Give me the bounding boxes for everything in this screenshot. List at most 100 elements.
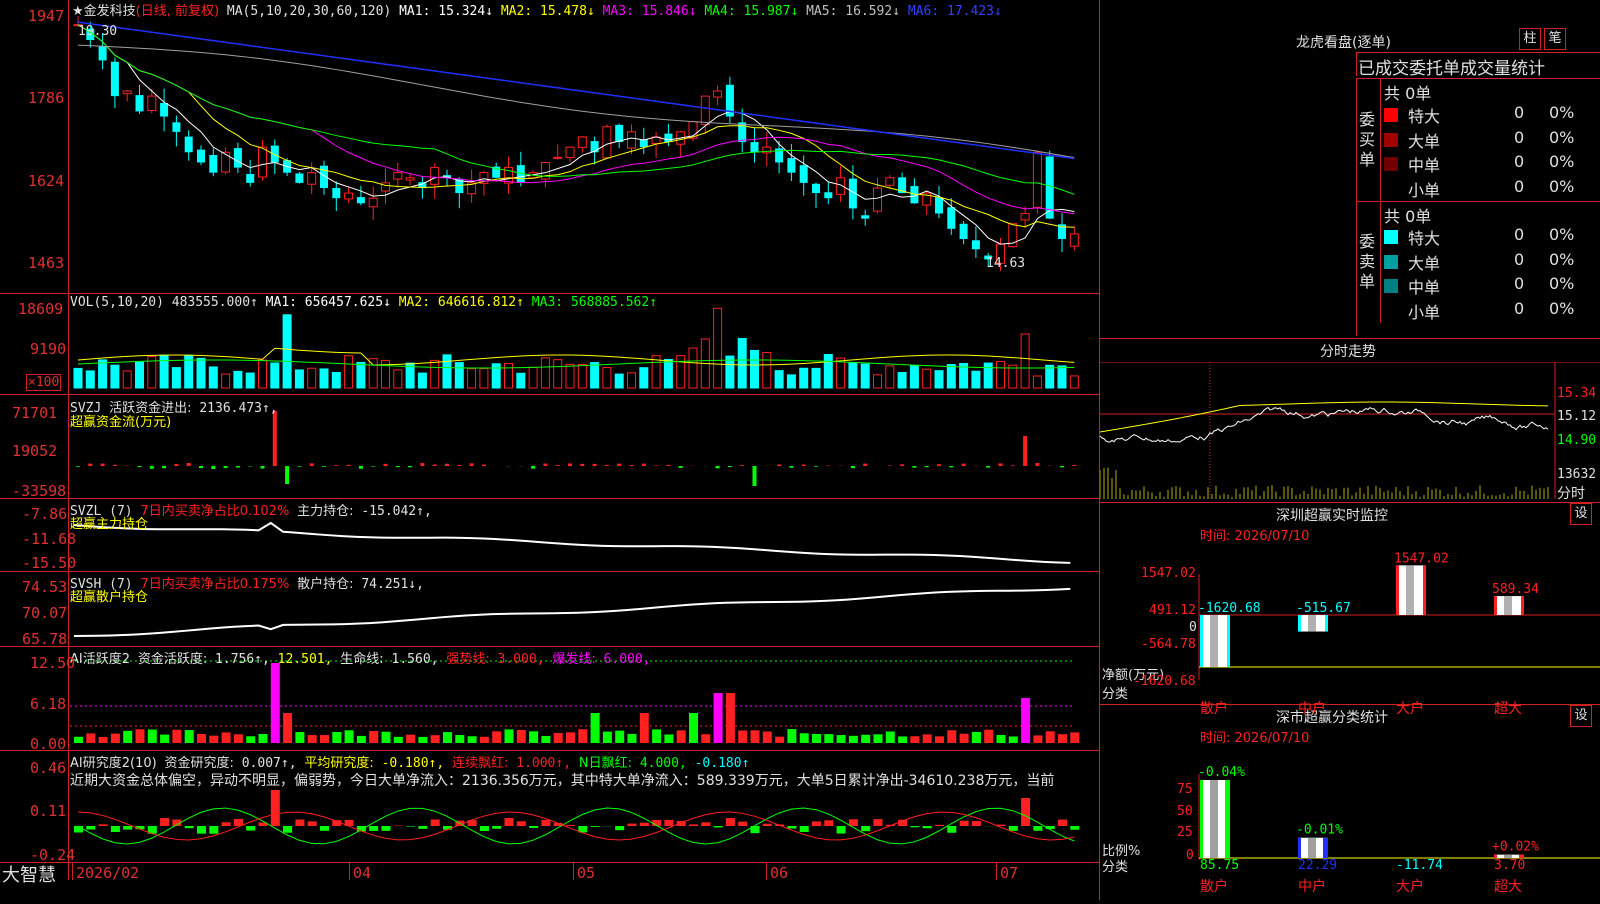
candle[interactable] <box>222 147 230 174</box>
candle[interactable] <box>566 146 574 161</box>
candle[interactable] <box>517 152 525 187</box>
candle[interactable] <box>148 89 156 114</box>
volume-bar <box>259 360 267 388</box>
candle[interactable] <box>615 124 623 149</box>
candle[interactable] <box>1033 151 1041 214</box>
candle[interactable] <box>382 169 390 205</box>
candle[interactable] <box>468 170 476 203</box>
stat-settings-button[interactable]: 设 <box>1570 705 1592 727</box>
volume-bar <box>86 371 94 388</box>
stat-bottom-value: -11.74 <box>1396 858 1443 873</box>
candle[interactable] <box>972 227 980 258</box>
research-bar <box>714 826 723 827</box>
candle[interactable] <box>394 163 402 188</box>
candle[interactable] <box>357 186 365 206</box>
chart-mode[interactable]: (日线, 前复权) <box>136 4 219 19</box>
candle[interactable] <box>185 130 193 160</box>
candle[interactable] <box>640 128 648 154</box>
candle[interactable] <box>111 57 119 108</box>
fund-flow-bar <box>925 466 929 467</box>
candle[interactable] <box>505 157 513 194</box>
activity-bar <box>246 736 255 743</box>
volume-bar <box>357 362 365 388</box>
candle[interactable] <box>1070 226 1078 251</box>
intraday-chart[interactable] <box>1100 362 1600 502</box>
monitor-settings-button[interactable]: 设 <box>1570 503 1592 525</box>
monitor-tick: 0 <box>1189 620 1197 635</box>
candle[interactable] <box>455 177 463 208</box>
research-bar <box>960 821 969 826</box>
candle[interactable] <box>677 131 685 158</box>
sell-row: 大单00% <box>1384 250 1599 274</box>
candle[interactable] <box>714 85 722 105</box>
candle[interactable] <box>345 186 353 203</box>
vol-ma-value-3: MA3: 568885.562↑ <box>524 295 657 310</box>
svzl-desc: 7日内买卖净占比0.102% <box>140 504 289 519</box>
candle[interactable] <box>259 140 267 181</box>
fund-flow-bar <box>334 465 338 466</box>
candle[interactable] <box>874 178 882 214</box>
candle[interactable] <box>209 148 217 176</box>
activity-bar <box>136 729 145 743</box>
candle[interactable] <box>960 221 968 244</box>
fund-flow-bar <box>396 466 400 467</box>
candle[interactable] <box>369 186 377 219</box>
svg-text:-0.04%: -0.04% <box>1198 765 1245 780</box>
candle[interactable] <box>271 139 279 174</box>
stock-name[interactable]: ★金发科技 <box>72 4 136 19</box>
candle[interactable] <box>246 160 254 187</box>
candle[interactable] <box>935 186 943 218</box>
volume-bar <box>517 373 525 388</box>
candle[interactable] <box>812 183 820 208</box>
candle[interactable] <box>775 141 783 173</box>
candle[interactable] <box>492 163 500 179</box>
monitor-bar: -515.67 <box>1296 601 1351 632</box>
date-label: 06 <box>770 864 788 882</box>
vol-ma-line <box>78 348 1074 365</box>
activity-bar <box>197 734 206 743</box>
candle[interactable] <box>172 116 180 147</box>
candle[interactable] <box>295 172 303 184</box>
candle[interactable] <box>480 171 488 196</box>
candle[interactable] <box>591 137 599 165</box>
candle[interactable] <box>923 190 931 215</box>
volume-bar <box>1009 365 1017 388</box>
candle[interactable] <box>751 128 759 162</box>
fund-flow-bar <box>900 464 904 466</box>
research-bar <box>763 824 772 826</box>
ai2-label4: N日飘红: <box>579 756 632 771</box>
candle[interactable] <box>1058 213 1066 252</box>
tick-view-button[interactable]: 笔 <box>1544 28 1566 50</box>
candle[interactable] <box>554 144 562 159</box>
candle[interactable] <box>160 89 168 132</box>
candle[interactable] <box>726 77 734 123</box>
ma-line-3 <box>78 25 1074 214</box>
candle[interactable] <box>431 163 439 199</box>
volume-bar <box>234 371 242 388</box>
candle[interactable] <box>332 181 340 211</box>
fund-flow-bar <box>863 464 867 466</box>
candle[interactable] <box>1009 223 1017 247</box>
candle[interactable] <box>824 182 832 204</box>
candle[interactable] <box>886 175 894 188</box>
vol-value: 483555.000↑ <box>172 295 258 310</box>
bar-view-button[interactable]: 柱 <box>1519 28 1541 50</box>
candle[interactable] <box>197 145 205 165</box>
svzl-tick: -7.86 <box>22 505 67 523</box>
candle[interactable] <box>123 90 131 101</box>
fund-flow-bar <box>740 465 744 466</box>
volume-bar <box>320 369 328 388</box>
candle[interactable] <box>603 124 611 158</box>
low-price-mark: 14.63 <box>986 256 1025 271</box>
volume-bar <box>480 369 488 388</box>
candle[interactable] <box>578 136 586 153</box>
research-bar <box>1070 826 1079 830</box>
candle[interactable] <box>136 85 144 114</box>
candle[interactable] <box>861 210 869 226</box>
candle[interactable] <box>787 144 795 181</box>
activity-bar <box>541 736 550 743</box>
candle[interactable] <box>910 178 918 204</box>
candle[interactable] <box>541 162 549 187</box>
main-chart-area[interactable]: ★金发科技(日线, 前复权) MA(5,10,20,30,60,120) MA1… <box>0 0 1099 900</box>
candle[interactable] <box>234 143 242 173</box>
